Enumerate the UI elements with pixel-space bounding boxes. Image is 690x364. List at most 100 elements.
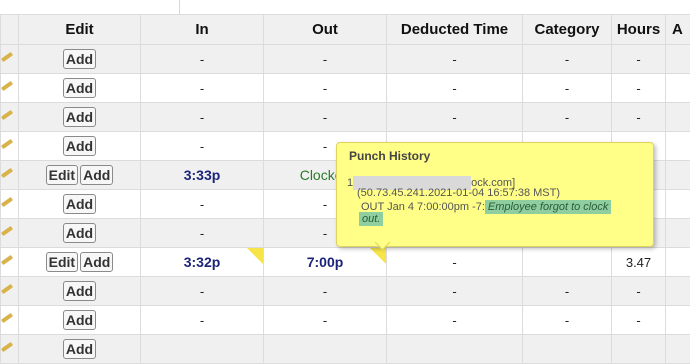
- in-cell-value: -: [200, 197, 204, 212]
- hours-cell-value: 3.47: [626, 255, 651, 270]
- table-row: Add: [1, 335, 690, 364]
- table-row: EditAdd 3:32p7:00p- 3.47: [1, 248, 690, 277]
- category-cell: -: [523, 103, 612, 132]
- add-button[interactable]: Add: [63, 310, 96, 330]
- out-cell: [264, 335, 387, 364]
- deducted-time-cell: -: [387, 45, 523, 74]
- category-cell: -: [523, 277, 612, 306]
- deducted-time-cell-value: -: [452, 110, 456, 125]
- punch-note-highlight-end: out.: [359, 212, 383, 226]
- out-cell: -: [264, 45, 387, 74]
- next-cell: [666, 306, 690, 335]
- top-strip: [0, 0, 690, 15]
- row-marker-cell[interactable]: [1, 132, 19, 161]
- table-header-row: Edit In Out Deducted Time Category Hours…: [1, 15, 690, 45]
- punch-note-highlight: Employee forgot to clock: [485, 200, 611, 214]
- add-button[interactable]: Add: [63, 78, 96, 98]
- deducted-time-cell: -: [387, 306, 523, 335]
- in-cell-value: -: [200, 110, 204, 125]
- pencil-icon[interactable]: [4, 168, 16, 180]
- add-button[interactable]: Add: [63, 136, 96, 156]
- deducted-time-cell: [387, 335, 523, 364]
- add-button[interactable]: Add: [63, 107, 96, 127]
- category-cell-value: -: [565, 313, 569, 328]
- in-cell: -: [141, 132, 264, 161]
- row-marker-cell[interactable]: [1, 335, 19, 364]
- category-cell: [523, 335, 612, 364]
- deducted-time-cell-value: -: [452, 81, 456, 96]
- pencil-icon[interactable]: [4, 284, 16, 296]
- add-button[interactable]: Add: [63, 281, 96, 301]
- in-cell: -: [141, 219, 264, 248]
- row-marker-cell[interactable]: [1, 306, 19, 335]
- row-marker-cell[interactable]: [1, 219, 19, 248]
- punch-history-out-line: OUT Jan 4 7:00:00pm -7:Employee forgot t…: [361, 201, 611, 213]
- deducted-time-cell-value: -: [452, 52, 456, 67]
- in-cell: 3:32p: [141, 248, 264, 277]
- row-marker-cell[interactable]: [1, 190, 19, 219]
- punch-history-tooltip: Punch History 1ock.com] (50.73.45.241.20…: [336, 142, 654, 247]
- add-button[interactable]: Add: [80, 252, 113, 272]
- edit-button[interactable]: Edit: [46, 165, 78, 185]
- next-cell: [666, 248, 690, 277]
- out-cell: -: [264, 306, 387, 335]
- deducted-time-cell: -: [387, 248, 523, 277]
- out-cell: 7:00p: [264, 248, 387, 277]
- hours-cell-value: -: [636, 110, 640, 125]
- in-cell-value: -: [200, 313, 204, 328]
- pencil-icon[interactable]: [4, 110, 16, 122]
- edit-cell: Add: [19, 74, 141, 103]
- edit-button[interactable]: Edit: [46, 252, 78, 272]
- add-button[interactable]: Add: [63, 49, 96, 69]
- hours-cell: -: [612, 103, 666, 132]
- in-cell-value: -: [200, 52, 204, 67]
- add-button[interactable]: Add: [63, 194, 96, 214]
- pencil-icon[interactable]: [4, 313, 16, 325]
- punch-history-note-continuation: out.: [359, 213, 383, 225]
- hours-cell: -: [612, 277, 666, 306]
- out-cell-value: -: [323, 313, 327, 328]
- edit-cell: Add: [19, 132, 141, 161]
- pencil-icon[interactable]: [4, 52, 16, 64]
- col-header-hours: Hours: [612, 15, 666, 45]
- hours-cell: -: [612, 45, 666, 74]
- punch-history-title: Punch History: [349, 149, 430, 163]
- pencil-icon[interactable]: [4, 139, 16, 151]
- out-cell: -: [264, 74, 387, 103]
- note-flag-icon[interactable]: [247, 248, 263, 264]
- col-header-category: Category: [523, 15, 612, 45]
- in-cell: -: [141, 190, 264, 219]
- pencil-icon[interactable]: [4, 255, 16, 267]
- row-marker-cell[interactable]: [1, 45, 19, 74]
- col-header-edit: Edit: [19, 15, 141, 45]
- deducted-time-cell: -: [387, 103, 523, 132]
- row-marker-cell[interactable]: [1, 103, 19, 132]
- pencil-icon[interactable]: [4, 226, 16, 238]
- pencil-icon[interactable]: [4, 81, 16, 93]
- out-cell: -: [264, 103, 387, 132]
- in-cell-value: -: [200, 81, 204, 96]
- in-cell: -: [141, 277, 264, 306]
- pencil-icon[interactable]: [4, 197, 16, 209]
- edit-cell: Add: [19, 277, 141, 306]
- table-row: Add-----: [1, 74, 690, 103]
- next-cell: [666, 161, 690, 190]
- top-strip-divider: [179, 0, 180, 14]
- punch-history-ip-line: (50.73.45.241.2021-01-04 16:57:38 MST): [357, 187, 560, 199]
- hours-cell: -: [612, 306, 666, 335]
- col-header-out: Out: [264, 15, 387, 45]
- row-marker-cell[interactable]: [1, 248, 19, 277]
- row-marker-cell[interactable]: [1, 74, 19, 103]
- note-flag-icon[interactable]: [370, 248, 386, 264]
- hours-cell: -: [612, 74, 666, 103]
- add-button[interactable]: Add: [63, 339, 96, 359]
- hours-cell-value: -: [636, 81, 640, 96]
- add-button[interactable]: Add: [63, 223, 96, 243]
- row-marker-cell[interactable]: [1, 277, 19, 306]
- out-cell-value: -: [323, 284, 327, 299]
- add-button[interactable]: Add: [80, 165, 113, 185]
- edit-cell: Add: [19, 103, 141, 132]
- row-marker-cell[interactable]: [1, 161, 19, 190]
- hours-cell-value: -: [636, 284, 640, 299]
- in-cell-value: -: [200, 226, 204, 241]
